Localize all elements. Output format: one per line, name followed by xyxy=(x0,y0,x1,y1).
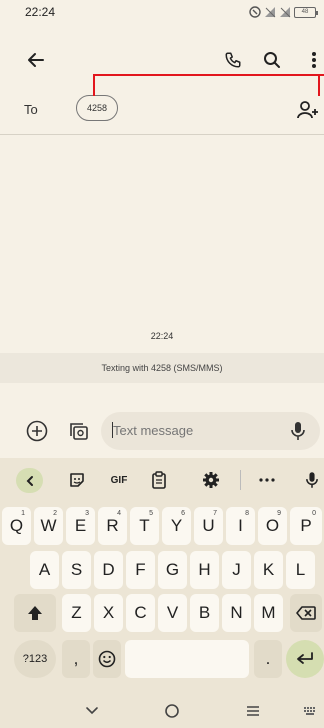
more-tools-button[interactable] xyxy=(254,468,280,492)
key-i[interactable]: I8 xyxy=(226,507,255,545)
key-x[interactable]: X xyxy=(94,594,123,632)
clipboard-button[interactable] xyxy=(146,468,172,492)
mic-icon xyxy=(291,422,305,440)
menu-icon xyxy=(247,706,259,716)
more-options-button[interactable] xyxy=(300,46,324,74)
keyboard-mic-button[interactable] xyxy=(299,468,324,492)
key-n[interactable]: N xyxy=(222,594,251,632)
home-circle-icon xyxy=(165,704,179,718)
keyboard xyxy=(0,458,324,728)
back-button[interactable] xyxy=(22,46,50,74)
battery-icon: 48 xyxy=(294,6,318,18)
key-v[interactable]: V xyxy=(158,594,187,632)
more-horiz-icon xyxy=(259,478,275,482)
key-o[interactable]: O9 xyxy=(258,507,287,545)
gallery-icon xyxy=(70,423,88,440)
toolbar-divider xyxy=(240,470,241,490)
message-input[interactable] xyxy=(113,423,273,438)
chevron-down-icon xyxy=(86,707,98,715)
divider xyxy=(0,134,324,135)
nav-back-button[interactable] xyxy=(78,697,106,725)
sticker-button[interactable] xyxy=(64,468,90,492)
keyboard-icon xyxy=(304,707,315,715)
voice-input-button[interactable] xyxy=(284,417,312,445)
key-c[interactable]: C xyxy=(126,594,155,632)
add-attachment-button[interactable] xyxy=(23,417,51,445)
search-button[interactable] xyxy=(258,46,286,74)
to-label: To xyxy=(24,102,38,117)
more-vert-icon xyxy=(312,52,316,68)
shift-key[interactable] xyxy=(14,594,56,632)
key-q[interactable]: Q1 xyxy=(2,507,31,545)
signal-off-icon xyxy=(280,7,291,18)
nav-home-button[interactable] xyxy=(158,697,186,725)
signal-off-icon xyxy=(265,7,276,18)
conversation-timestamp: 22:24 xyxy=(150,331,174,341)
add-contact-icon xyxy=(297,101,318,119)
backspace-key[interactable] xyxy=(290,594,322,632)
mic-icon xyxy=(306,472,318,488)
key-f[interactable]: F xyxy=(126,551,155,589)
keyboard-switch-button[interactable] xyxy=(296,697,324,725)
add-recipient-button[interactable] xyxy=(294,96,322,124)
arrow-left-icon xyxy=(28,53,44,67)
recipient-chip[interactable]: 4258 xyxy=(76,95,118,121)
key-k[interactable]: K xyxy=(254,551,283,589)
sticker-icon xyxy=(70,473,84,487)
key-g[interactable]: G xyxy=(158,551,187,589)
key-y[interactable]: Y6 xyxy=(162,507,191,545)
emoji-icon xyxy=(98,650,116,668)
key-a[interactable]: A xyxy=(30,551,59,589)
annotation-line xyxy=(93,74,95,96)
key-b[interactable]: B xyxy=(190,594,219,632)
nav-recents-button[interactable] xyxy=(239,697,267,725)
keyboard-settings-button[interactable] xyxy=(198,468,224,492)
backspace-icon xyxy=(296,606,316,620)
key-z[interactable]: Z xyxy=(62,594,91,632)
key-p[interactable]: P0 xyxy=(290,507,322,545)
key-s[interactable]: S xyxy=(62,551,91,589)
symbols-key[interactable]: ?123 xyxy=(14,640,56,678)
annotation-line xyxy=(93,74,324,76)
key-r[interactable]: R4 xyxy=(98,507,127,545)
keyboard-collapse-button[interactable] xyxy=(16,468,43,493)
plus-circle-icon xyxy=(26,420,48,442)
call-button[interactable] xyxy=(219,46,247,74)
gif-button[interactable]: GIF xyxy=(106,468,132,492)
nfc-icon xyxy=(249,6,261,18)
clipboard-icon xyxy=(152,471,166,489)
gear-icon xyxy=(203,472,219,488)
search-icon xyxy=(264,52,280,68)
key-t[interactable]: T5 xyxy=(130,507,159,545)
key-e[interactable]: E3 xyxy=(66,507,95,545)
key-l[interactable]: L xyxy=(286,551,315,589)
key-w[interactable]: W2 xyxy=(34,507,63,545)
space-key[interactable] xyxy=(125,640,249,678)
phone-icon xyxy=(225,52,241,68)
chevron-left-icon xyxy=(26,475,33,486)
key-d[interactable]: D xyxy=(94,551,123,589)
shift-icon xyxy=(28,606,42,620)
key-j[interactable]: J xyxy=(222,551,251,589)
key-m[interactable]: M xyxy=(254,594,283,632)
comma-key[interactable]: , xyxy=(62,640,90,678)
texting-banner: Texting with 4258 (SMS/MMS) xyxy=(0,353,324,383)
enter-key[interactable] xyxy=(286,640,324,678)
annotation-line xyxy=(318,74,320,96)
gallery-button[interactable] xyxy=(64,417,92,445)
status-time: 22:24 xyxy=(25,5,56,19)
emoji-key[interactable] xyxy=(93,640,121,678)
key-h[interactable]: H xyxy=(190,551,219,589)
status-icons: 48 xyxy=(249,6,318,18)
enter-icon xyxy=(297,652,313,664)
period-key[interactable]: . xyxy=(254,640,282,678)
key-u[interactable]: U7 xyxy=(194,507,223,545)
